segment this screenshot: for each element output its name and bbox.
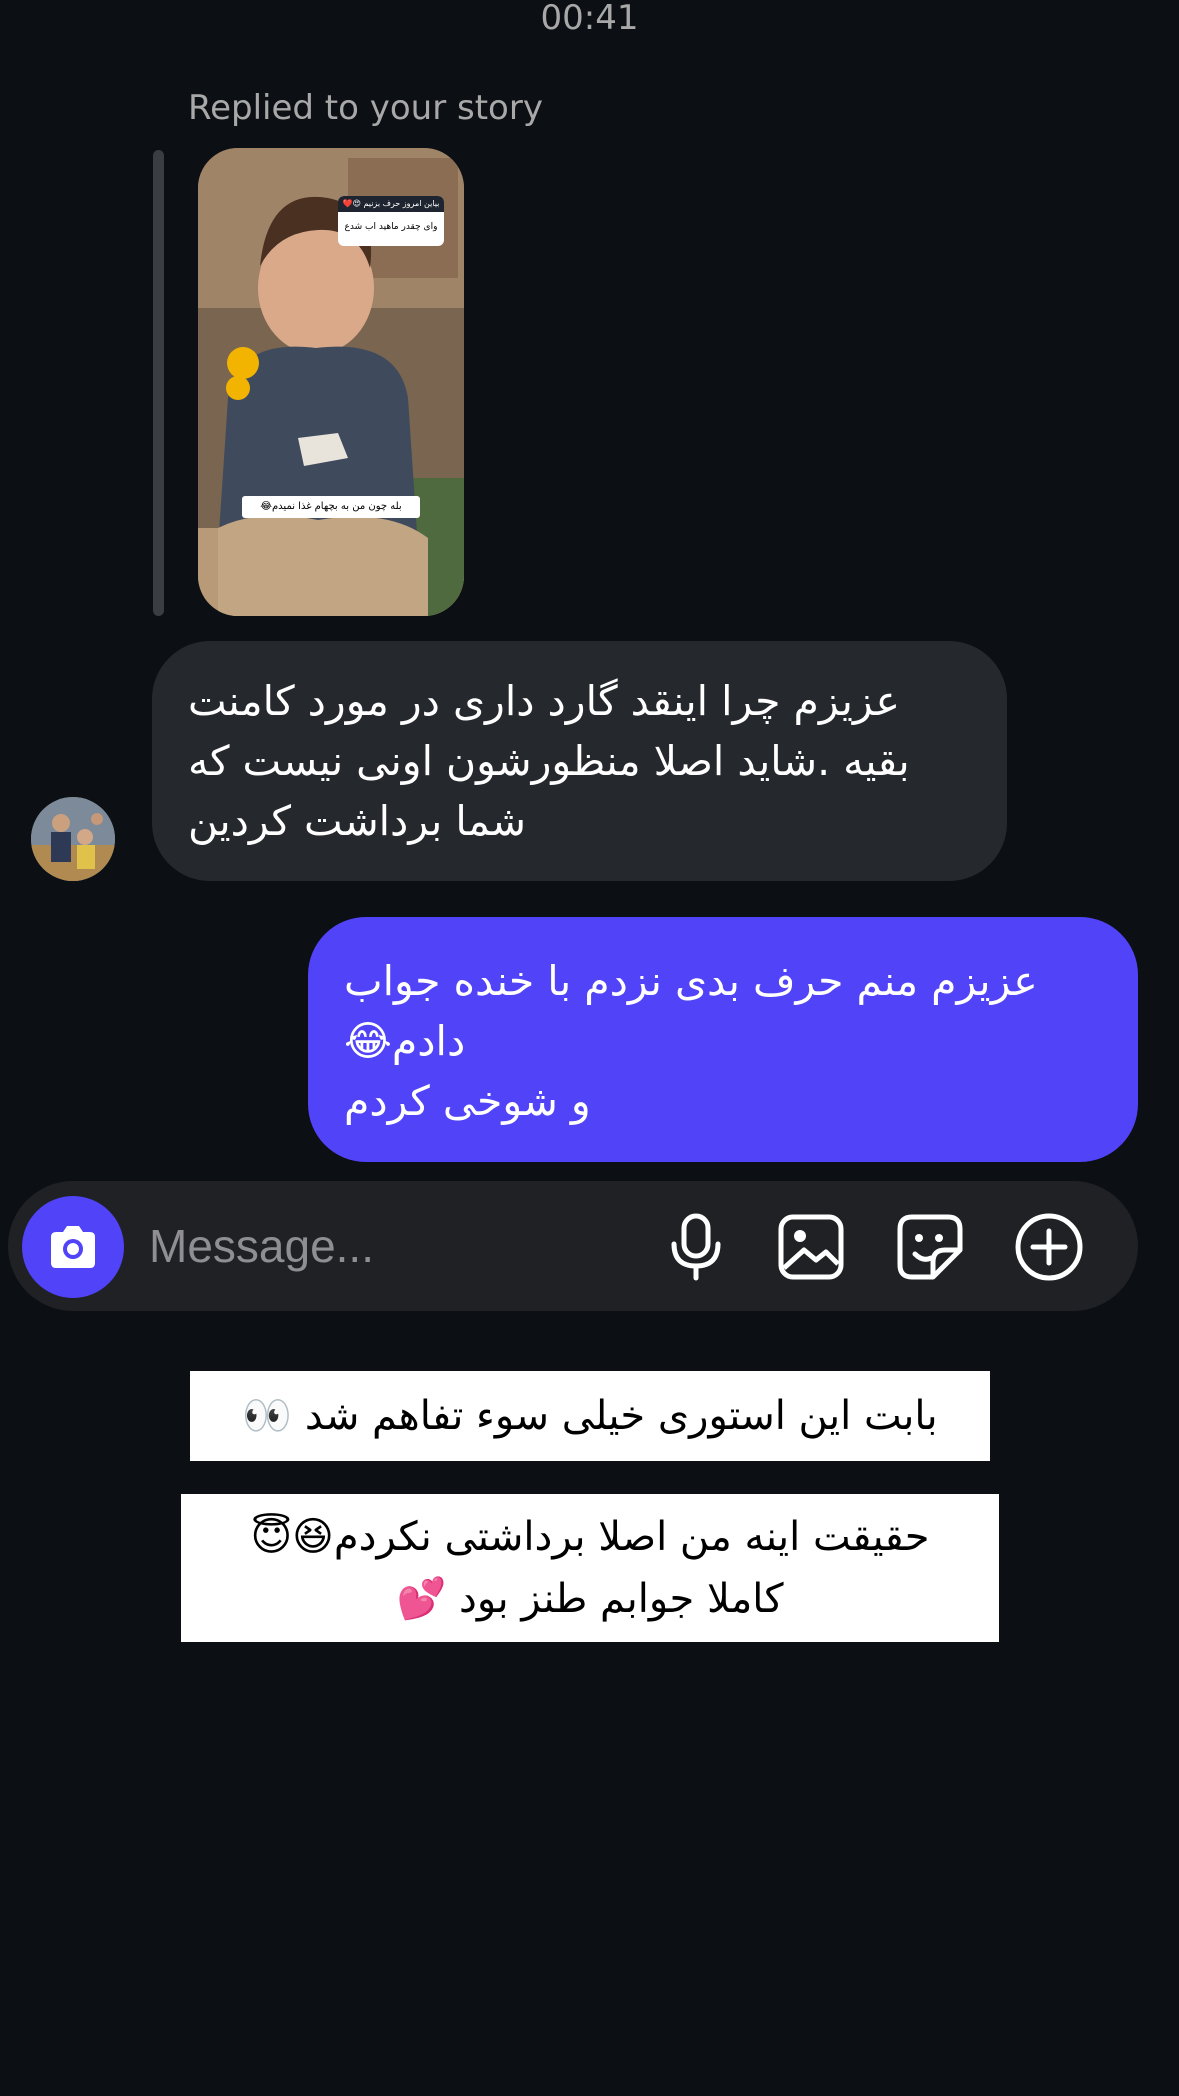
plus-circle-icon	[1015, 1213, 1083, 1281]
more-options-button[interactable]	[1013, 1211, 1085, 1283]
story-question-sticker: بیاین امروز حرف بزنیم 😍❤️ وای چقدر ماهید…	[338, 196, 444, 246]
caption-line: کاملا جوابم طنز بود 💕	[396, 1576, 784, 1622]
gallery-icon	[778, 1214, 844, 1280]
story-thumbnail[interactable]: بیاین امروز حرف بزنیم 😍❤️ وای چقدر ماهید…	[198, 148, 464, 616]
message-input[interactable]	[149, 1211, 649, 1281]
avatar-photo	[31, 797, 115, 881]
camera-button[interactable]	[22, 1196, 124, 1298]
message-text-line: عزیزم منم حرف بدی نزدم با خنده جواب	[344, 957, 1038, 1005]
message-text-line: بقیه .شاید اصلا منظورشون اونی نیست که	[188, 737, 910, 785]
message-composer	[8, 1181, 1138, 1311]
reply-indicator-bar	[153, 150, 164, 616]
overlay-caption: بابت این استوری خیلی سوء تفاهم شد 👀	[190, 1371, 990, 1461]
sender-avatar[interactable]	[31, 797, 115, 881]
story-reply-label: Replied to your story	[188, 88, 543, 128]
message-text-line: دادم😂	[344, 1017, 466, 1065]
story-sticker-question: وای چقدر ماهید اب شدع	[344, 222, 438, 232]
incoming-message-bubble[interactable]: عزیزم چرا اینقد گارد داری در مورد کامنت …	[152, 641, 1007, 881]
caption-line: بابت این استوری خیلی سوء تفاهم شد 👀	[242, 1393, 938, 1439]
caption-line: حقیقت اینه من اصلا برداشتی نکردم😆😇	[250, 1514, 930, 1560]
gallery-button[interactable]	[775, 1211, 847, 1283]
microphone-icon	[671, 1213, 721, 1281]
message-text-line: عزیزم چرا اینقد گارد داری در مورد کامنت	[188, 677, 900, 725]
message-text-line: شما برداشت کردین	[188, 797, 526, 845]
overlay-caption: حقیقت اینه من اصلا برداشتی نکردم😆😇 کاملا…	[181, 1494, 999, 1642]
outgoing-message-bubble[interactable]: عزیزم منم حرف بدی نزدم با خنده جواب دادم…	[308, 917, 1138, 1162]
microphone-button[interactable]	[660, 1211, 732, 1283]
sticker-icon	[897, 1214, 963, 1280]
story-answer-caption: بله چون من به بچهام غذا نمیدم😂	[242, 496, 420, 518]
sticker-button[interactable]	[894, 1211, 966, 1283]
message-timestamp: 00:41	[540, 0, 639, 38]
message-text-line: و شوخی کردم	[344, 1077, 591, 1125]
story-sticker-prompt: بیاین امروز حرف بزنیم 😍❤️	[338, 196, 444, 212]
camera-icon	[51, 1226, 95, 1268]
